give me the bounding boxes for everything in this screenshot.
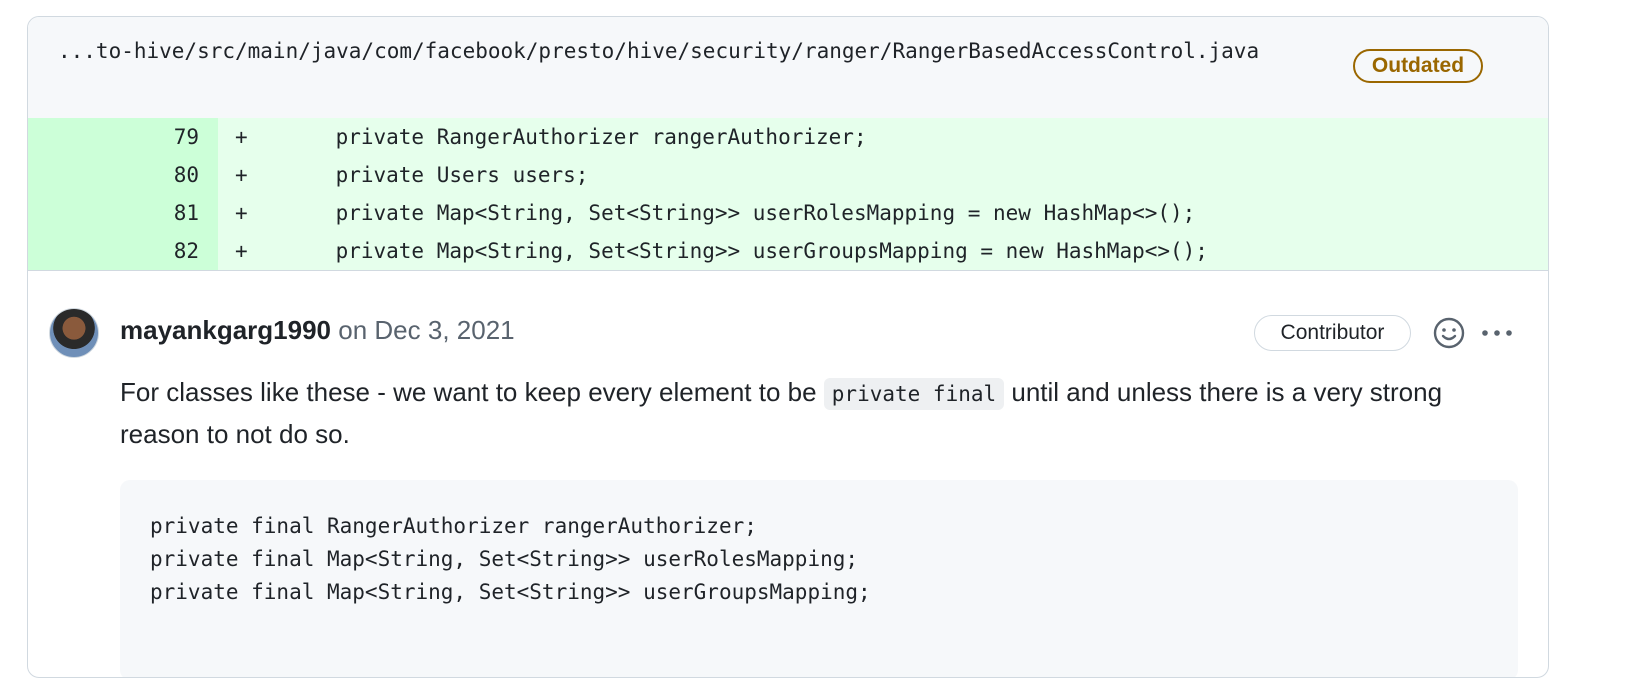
diff-sign: +	[235, 125, 248, 149]
line-number[interactable]: 79	[28, 118, 218, 156]
diff-line: 82 + private Map<String, Set<String>> us…	[28, 232, 1548, 270]
smiley-icon[interactable]	[1432, 316, 1466, 350]
comment-date[interactable]: on Dec 3, 2021	[338, 315, 514, 345]
diff-line: 80 + private Users users;	[28, 156, 1548, 194]
review-thread-card: ...to-hive/src/main/java/com/facebook/pr…	[27, 16, 1549, 678]
line-number[interactable]: 82	[28, 232, 218, 270]
inline-code: private final	[823, 378, 1005, 410]
comment-body: For classes like these - we want to keep…	[120, 372, 1470, 454]
diff-line: 81 + private Map<String, Set<String>> us…	[28, 194, 1548, 232]
diff-sign: +	[235, 163, 248, 187]
file-header: ...to-hive/src/main/java/com/facebook/pr…	[28, 17, 1548, 118]
author-link[interactable]: mayankgarg1990	[120, 315, 331, 345]
code-block: private final RangerAuthorizer rangerAut…	[120, 480, 1518, 677]
outdated-badge: Outdated	[1353, 49, 1483, 83]
diff-code: private Users users;	[285, 163, 589, 187]
avatar[interactable]	[49, 308, 99, 358]
diff-hunk: 79 + private RangerAuthorizer rangerAuth…	[28, 118, 1548, 270]
diff-code: private Map<String, Set<String>> userRol…	[285, 201, 1196, 225]
comment-text: For classes like these - we want to keep…	[120, 377, 824, 407]
line-number[interactable]: 81	[28, 194, 218, 232]
comment-header: mayankgarg1990 on Dec 3, 2021	[120, 313, 515, 347]
line-number[interactable]: 80	[28, 156, 218, 194]
diff-code: private RangerAuthorizer rangerAuthorize…	[285, 125, 867, 149]
code-line: private final RangerAuthorizer rangerAut…	[150, 514, 757, 538]
diff-sign: +	[235, 239, 248, 263]
contributor-badge: Contributor	[1254, 315, 1411, 351]
code-line: private final Map<String, Set<String>> u…	[150, 580, 871, 604]
diff-code: private Map<String, Set<String>> userGro…	[285, 239, 1208, 263]
kebab-horizontal-icon[interactable]	[1477, 316, 1517, 350]
file-path-link[interactable]: ...to-hive/src/main/java/com/facebook/pr…	[58, 34, 1328, 68]
diff-sign: +	[235, 201, 248, 225]
code-line: private final Map<String, Set<String>> u…	[150, 547, 859, 571]
diff-line: 79 + private RangerAuthorizer rangerAuth…	[28, 118, 1548, 156]
divider	[28, 270, 1548, 271]
